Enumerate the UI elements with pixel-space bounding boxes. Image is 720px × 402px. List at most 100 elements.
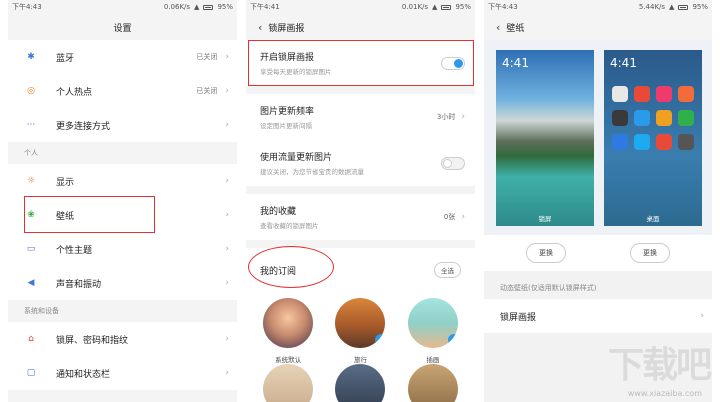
settings-item-personal-0[interactable]: ☼ 显示 › (8, 164, 237, 198)
row-label: 锁屏画报 (500, 312, 537, 323)
row-title: 我的收藏 (260, 207, 297, 217)
hotspot-icon: ◎ (27, 86, 35, 96)
header: ‹ 壁纸 (484, 14, 712, 40)
chevron-right-icon: › (225, 86, 229, 96)
favorites-row[interactable]: 我的收藏 查看收藏的锁屏图片 0张 › (246, 194, 475, 240)
chevron-right-icon: › (225, 120, 229, 130)
chevron-right-icon: › (225, 334, 229, 344)
battery-level: 95% (692, 3, 708, 11)
app-icon (656, 86, 672, 102)
settings-item-system-1[interactable]: ▢ 通知和状态栏 › (8, 356, 237, 390)
checkmark-icon: ✓ (447, 334, 458, 346)
bluetooth-icon: ✱ (27, 52, 35, 62)
app-icon (634, 86, 650, 102)
row-subtitle: 查看收藏的锁屏图片 (260, 222, 319, 230)
subscription-thumbnail (407, 364, 458, 402)
watermark-logo: 下载吧 (607, 345, 712, 386)
subscription-thumbnail (335, 364, 386, 402)
chevron-right-icon: › (225, 210, 229, 220)
subscription-item[interactable]: ✓ 旅行 (330, 298, 390, 364)
subscriptions-highlight-oval (248, 246, 334, 288)
subscription-thumbnail: ✓ (335, 298, 386, 348)
app-icon (656, 110, 672, 126)
settings-item-personal-2[interactable]: ▭ 个性主题 › (8, 232, 237, 266)
chevron-right-icon: › (225, 278, 229, 288)
wallpaper-highlight-box (24, 196, 155, 233)
chevron-right-icon: › (461, 212, 465, 222)
lockscreen-magazine-row[interactable]: 锁屏画报 › (484, 299, 712, 333)
lockscreen-preview[interactable]: 4:41 锁屏 (496, 50, 594, 226)
data-update-row[interactable]: 使用流量更新图片 建议关闭，为您节省宝贵的数据流量 (246, 140, 475, 186)
status-time: 下午4:43 (488, 3, 518, 11)
settings-item-top-2[interactable]: ··· 更多连接方式 › (8, 108, 237, 142)
signal-icon: ▲ (432, 3, 438, 11)
chevron-right-icon: › (225, 52, 229, 62)
app-icons-grid (612, 86, 694, 150)
select-all-button[interactable]: 全选 (434, 262, 461, 278)
status-time: 下午4:43 (12, 3, 42, 11)
app-icon (612, 86, 628, 102)
subscription-thumbnail (263, 298, 314, 348)
change-homescreen-button[interactable]: 更换 (630, 243, 670, 263)
data-update-toggle[interactable] (441, 156, 465, 170)
header: ‹ 锁屏画报 (246, 14, 475, 40)
page-title: 壁纸 (506, 23, 525, 34)
subscription-item[interactable] (330, 364, 390, 402)
subscription-item[interactable] (258, 364, 318, 402)
app-icon (678, 86, 694, 102)
toggle-highlight-box (248, 40, 474, 86)
settings-item-top-1[interactable]: ◎ 个人热点 已关闭 › (8, 74, 237, 108)
update-frequency-row[interactable]: 图片更新频率 设定图片更新间隔 3小时 › (246, 94, 475, 140)
status-bar: 下午4:43 5.44K/s ▲ 95% (484, 0, 712, 14)
battery-icon (441, 4, 452, 10)
status-bar: 下午4:41 0.01K/s ▲ 95% (246, 0, 475, 14)
settings-item-label: 蓝牙 (56, 53, 75, 64)
change-lockscreen-button[interactable]: 更换 (526, 243, 566, 263)
app-icon (634, 110, 650, 126)
settings-item-system-0[interactable]: ⌂ 锁屏、密码和指纹 › (8, 322, 237, 356)
chevron-right-icon: › (461, 112, 465, 122)
chevron-right-icon: › (700, 311, 704, 321)
battery-icon (203, 4, 214, 10)
subscription-item[interactable]: ✓ 插画 (403, 298, 463, 364)
more-connections-icon: ··· (26, 120, 36, 130)
subscription-name: 旅行 (353, 356, 367, 364)
homescreen-preview[interactable]: 4:41 桌面 (604, 50, 702, 226)
subscription-name: 系统默认 (275, 356, 302, 364)
wallpaper-previews: 4:41 锁屏 4:41 桌面 (484, 40, 712, 235)
row-subtitle: 设定图片更新间隔 (260, 122, 312, 130)
watermark-url: www.xiazaiba.com (627, 389, 702, 398)
live-wallpaper-note: 动态壁纸(仅适用默认锁屏样式) (484, 277, 712, 299)
settings-item-label: 通知和状态栏 (56, 369, 111, 380)
app-icon (656, 134, 672, 150)
settings-item-value: 已关闭 (196, 87, 218, 95)
theme-icon: ▭ (26, 244, 36, 254)
change-buttons-row: 更换 更换 (484, 235, 712, 271)
battery-icon (678, 4, 689, 10)
app-icon (678, 134, 694, 150)
settings-item-top-0[interactable]: ✱ 蓝牙 已关闭 › (8, 40, 237, 74)
toggle-knob (443, 158, 452, 168)
preview-caption: 锁屏 (538, 215, 552, 223)
settings-item-value: 已关闭 (196, 53, 218, 61)
settings-item-label: 锁屏、密码和指纹 (56, 335, 129, 346)
app-icon (634, 134, 650, 150)
subscription-item[interactable]: 系统默认 (258, 298, 318, 364)
back-icon[interactable]: ‹ (246, 21, 268, 34)
lock-icon: ⌂ (28, 334, 34, 344)
battery-level: 95% (217, 3, 233, 11)
settings-item-label: 显示 (56, 177, 75, 188)
network-speed: 0.06K/s (163, 3, 191, 11)
connection-group: ✱ 蓝牙 已关闭 › ◎ 个人热点 已关闭 › ··· 更多连接方式 › (8, 40, 237, 142)
preview-caption: 桌面 (646, 215, 660, 223)
preview-time: 4:41 (610, 56, 637, 70)
display-icon: ☼ (26, 176, 36, 186)
back-icon[interactable]: ‹ (484, 21, 506, 34)
preview-time: 4:41 (502, 56, 529, 70)
settings-item-label: 更多连接方式 (56, 121, 111, 132)
page-title: 锁屏画报 (268, 23, 305, 34)
settings-item-personal-3[interactable]: ◀ 声音和振动 › (8, 266, 237, 300)
section-system: 系统和设备 (8, 300, 237, 322)
subscription-item[interactable] (403, 364, 463, 402)
app-icon (612, 110, 628, 126)
